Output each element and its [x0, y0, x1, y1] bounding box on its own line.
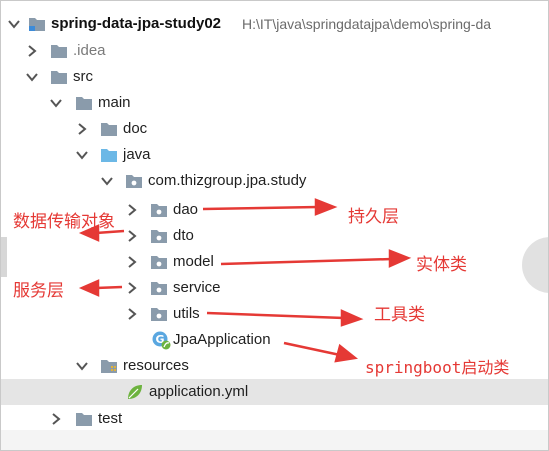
bottom-scrollbar[interactable]: [1, 430, 548, 450]
folder-label[interactable]: src: [73, 67, 93, 87]
chevron-down-icon[interactable]: [75, 148, 89, 162]
annotation-utility-class: 工具类: [374, 305, 425, 325]
resources-folder-icon: [100, 358, 118, 374]
package-label[interactable]: dao: [173, 200, 198, 220]
chevron-right-icon[interactable]: [49, 412, 63, 426]
project-path: H:\IT\java\springdatajpa\demo\spring-da: [242, 16, 492, 32]
chevron-right-icon[interactable]: [125, 307, 139, 321]
tree-row-doc[interactable]: doc: [1, 116, 548, 142]
chevron-right-icon[interactable]: [125, 281, 139, 295]
project-name[interactable]: spring-data-jpa-study02: [51, 14, 221, 34]
tree-row-jpa-application[interactable]: G JpaApplication: [1, 327, 548, 353]
annotation-persistence-layer: 持久层: [348, 207, 399, 227]
chevron-right-icon[interactable]: [125, 255, 139, 269]
chevron-right-icon[interactable]: [125, 229, 139, 243]
chevron-down-icon[interactable]: [7, 17, 21, 31]
chevron-right-icon[interactable]: [125, 203, 139, 217]
spring-boot-class-icon: G: [151, 330, 171, 350]
annotation-springboot-startup-class: springboot启动类: [365, 358, 510, 377]
source-folder-icon: [100, 147, 118, 163]
package-icon: [125, 173, 143, 189]
module-folder-icon: [28, 16, 46, 32]
package-icon: [150, 228, 168, 244]
folder-label[interactable]: java: [123, 145, 151, 165]
chevron-right-icon[interactable]: [25, 44, 39, 58]
class-label[interactable]: JpaApplication: [173, 330, 271, 350]
file-label[interactable]: application.yml: [149, 382, 248, 402]
chevron-down-icon[interactable]: [100, 174, 114, 188]
folder-label[interactable]: resources: [123, 356, 189, 376]
folder-icon: [75, 411, 93, 427]
tree-row-main[interactable]: main: [1, 90, 548, 116]
folder-icon: [100, 121, 118, 137]
folder-icon: [50, 69, 68, 85]
chevron-down-icon[interactable]: [25, 70, 39, 84]
folder-label[interactable]: doc: [123, 119, 147, 139]
package-label[interactable]: model: [173, 252, 214, 272]
chevron-down-icon[interactable]: [75, 359, 89, 373]
annotation-entity-class: 实体类: [416, 255, 467, 275]
tree-row-package[interactable]: com.thizgroup.jpa.study: [1, 168, 548, 194]
tree-row-test[interactable]: test: [1, 406, 548, 432]
annotation-service-layer: 服务层: [13, 281, 64, 301]
chevron-right-icon[interactable]: [75, 122, 89, 136]
folder-label[interactable]: main: [98, 93, 131, 113]
package-label[interactable]: utils: [173, 304, 200, 324]
folder-label[interactable]: test: [98, 409, 122, 429]
tree-row-utils[interactable]: utils: [1, 301, 548, 327]
left-edge-handle[interactable]: [1, 237, 7, 277]
chevron-down-icon[interactable]: [49, 96, 63, 110]
package-label[interactable]: service: [173, 278, 221, 298]
tree-row-java[interactable]: java: [1, 142, 548, 168]
tree-row-service[interactable]: service: [1, 275, 548, 301]
tree-row-idea[interactable]: .idea: [1, 38, 548, 64]
folder-label[interactable]: .idea: [73, 41, 106, 61]
package-icon: [150, 202, 168, 218]
package-icon: [150, 280, 168, 296]
package-icon: [150, 306, 168, 322]
tree-row-project[interactable]: spring-data-jpa-study02 H:\IT\java\sprin…: [1, 11, 548, 37]
package-label[interactable]: com.thizgroup.jpa.study: [148, 171, 306, 191]
annotation-data-transfer-object: 数据传输对象: [13, 212, 115, 232]
package-label[interactable]: dto: [173, 226, 194, 246]
folder-icon: [50, 43, 68, 59]
tree-row-application-yml[interactable]: application.yml: [1, 379, 548, 405]
package-icon: [150, 254, 168, 270]
tree-row-src[interactable]: src: [1, 64, 548, 90]
spring-leaf-icon: [125, 382, 145, 402]
folder-icon: [75, 95, 93, 111]
